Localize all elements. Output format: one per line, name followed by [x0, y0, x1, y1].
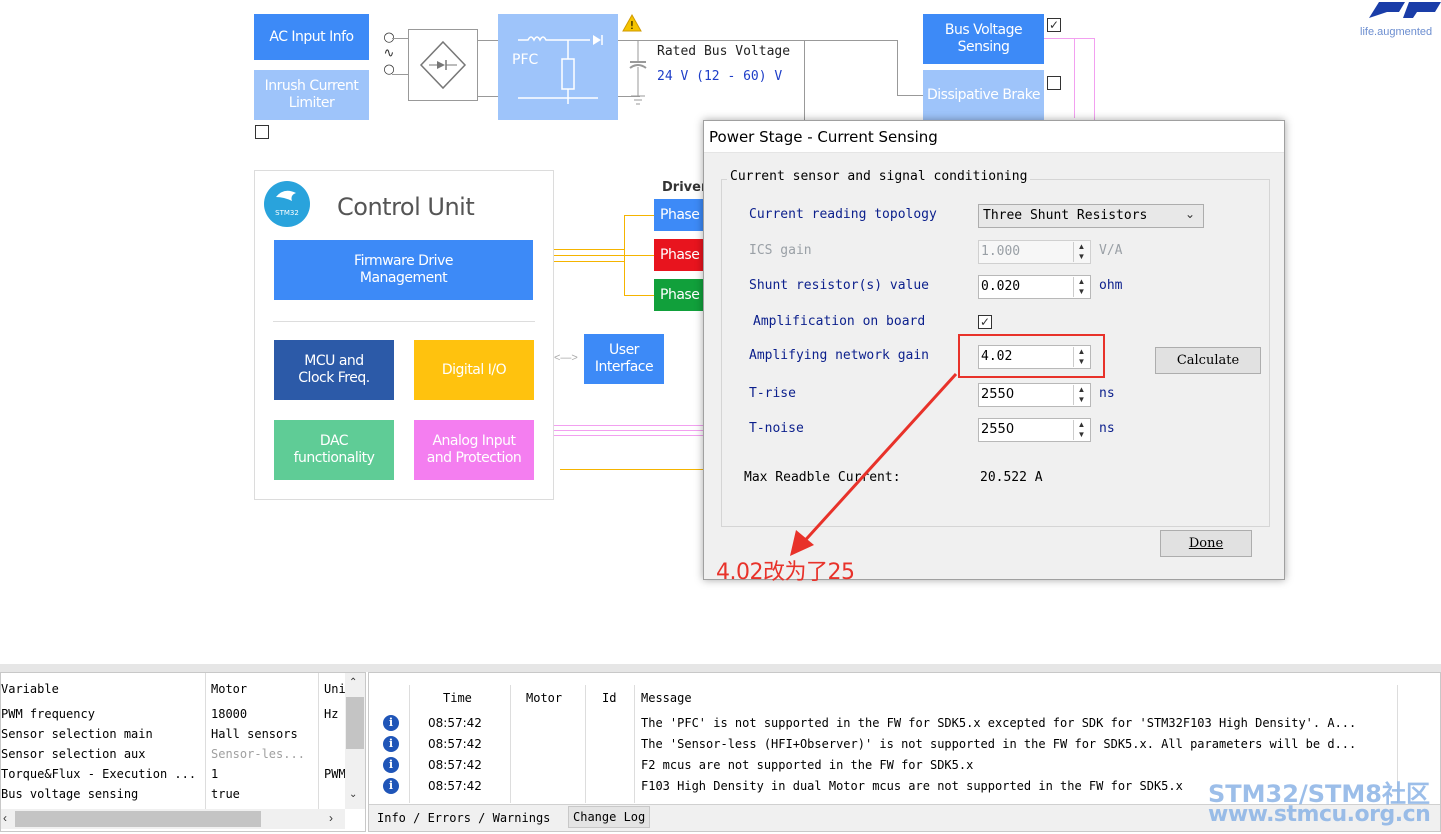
- analog-input-block[interactable]: Analog Input and Protection: [414, 420, 534, 480]
- dissipative-brake-block[interactable]: Dissipative Brake: [923, 70, 1044, 120]
- pfc-block[interactable]: PFC: [498, 14, 618, 120]
- var-row-unit: PWM: [324, 767, 346, 781]
- tab-change-log[interactable]: Change Log: [568, 806, 651, 828]
- var-row-value[interactable]: 1: [211, 767, 218, 781]
- var-header-variable: Variable: [1, 682, 59, 696]
- topology-select[interactable]: Three Shunt Resistors ⌄: [978, 204, 1204, 228]
- amp-on-board-label: Amplification on board: [753, 314, 926, 329]
- log-header-time: Time: [443, 691, 472, 705]
- ac-input-info-block[interactable]: AC Input Info: [254, 14, 369, 60]
- bus-sensing-checkbox[interactable]: ✓: [1047, 18, 1061, 32]
- shunt-unit: ohm: [1099, 278, 1123, 293]
- info-icon: i: [383, 736, 399, 752]
- info-icon: i: [383, 757, 399, 773]
- log-row-time: 08:57:42: [428, 737, 482, 751]
- mcu-block[interactable]: MCU and Clock Freq.: [274, 340, 394, 400]
- st-logo-icon: [1365, 0, 1441, 22]
- tab-info-errors[interactable]: Info / Errors / Warnings: [377, 811, 550, 825]
- trise-unit: ns: [1099, 386, 1115, 401]
- var-row-value[interactable]: Sensor-les...: [211, 747, 305, 761]
- phase-a-block[interactable]: Phase: [654, 199, 704, 231]
- log-row-message[interactable]: F2 mcus are not supported in the FW for …: [641, 758, 973, 772]
- tnoise-input[interactable]: 2550 ▲ ▼: [978, 418, 1091, 442]
- log-row-time: 08:57:42: [428, 779, 482, 793]
- brake-checkbox[interactable]: [1047, 76, 1061, 90]
- var-row-name[interactable]: Bus voltage sensing: [1, 787, 138, 801]
- amp-gain-label: Amplifying network gain: [749, 348, 930, 363]
- vertical-scrollbar[interactable]: ⌃ ⌄: [345, 673, 365, 809]
- dialog-title: Power Stage - Current Sensing: [704, 121, 1284, 153]
- group-title: Current sensor and signal conditioning: [727, 169, 1031, 184]
- log-header-message: Message: [641, 691, 692, 705]
- highlight-box: [958, 334, 1105, 378]
- svg-text:!: !: [630, 19, 634, 32]
- inrush-checkbox[interactable]: [255, 125, 269, 139]
- log-row-message[interactable]: The 'PFC' is not supported in the FW for…: [641, 716, 1356, 730]
- log-row-time: 08:57:42: [428, 716, 482, 730]
- chevron-down-icon: ⌄: [1184, 207, 1195, 221]
- annotation-text: 4.02改为了25: [716, 560, 855, 585]
- var-header-motor: Motor: [211, 682, 248, 696]
- var-row-unit: Hz: [324, 707, 339, 721]
- shunt-label: Shunt resistor(s) value: [749, 278, 930, 293]
- rated-bus-voltage-value[interactable]: 24 V (12 - 60) V: [657, 69, 782, 84]
- inrush-current-limiter-block[interactable]: Inrush Current Limiter: [254, 70, 369, 120]
- firmware-block[interactable]: Firmware Drive Management: [274, 240, 533, 300]
- var-row-name[interactable]: Sensor selection aux: [1, 747, 146, 761]
- max-current-value: 20.522 A: [980, 470, 1043, 485]
- dac-block[interactable]: DAC functionality: [274, 420, 394, 480]
- log-row-message[interactable]: F103 High Density in dual Motor mcus are…: [641, 779, 1183, 793]
- watermark-line2: www.stmcu.org.cn: [1208, 802, 1431, 827]
- svg-text:STM32: STM32: [275, 209, 299, 217]
- warning-icon[interactable]: !: [622, 13, 642, 32]
- var-row-value[interactable]: 18000: [211, 707, 247, 721]
- log-row-time: 08:57:42: [428, 758, 482, 772]
- var-header-unit: Uni: [324, 682, 346, 696]
- rectifier-bridge-icon: [408, 29, 478, 101]
- log-header-motor: Motor: [526, 691, 563, 705]
- ics-gain-unit: V/A: [1099, 243, 1123, 258]
- phase-b-block[interactable]: Phase: [654, 239, 704, 271]
- control-unit-title: Control Unit: [337, 193, 475, 221]
- tnoise-unit: ns: [1099, 421, 1115, 436]
- stm32-logo-icon: STM32: [264, 181, 310, 227]
- log-header-id: Id: [602, 691, 617, 705]
- var-row-value[interactable]: Hall sensors: [211, 727, 298, 741]
- ics-gain-label: ICS gain: [749, 243, 812, 258]
- trise-input[interactable]: 2550 ▲ ▼: [978, 383, 1091, 407]
- horizontal-scrollbar[interactable]: ‹ ›: [1, 809, 345, 829]
- var-row-value[interactable]: true: [211, 787, 240, 801]
- ics-gain-input[interactable]: 1.000 ▲ ▼: [978, 240, 1091, 264]
- bus-voltage-sensing-block[interactable]: Bus Voltage Sensing: [923, 14, 1044, 64]
- done-button[interactable]: Done: [1160, 530, 1252, 557]
- digital-io-block[interactable]: Digital I/O: [414, 340, 534, 400]
- calculate-button[interactable]: Calculate: [1155, 347, 1261, 374]
- info-icon: i: [383, 778, 399, 794]
- variables-panel: Variable Motor Uni PWM frequency 18000 H…: [0, 672, 366, 832]
- phase-c-block[interactable]: Phase: [654, 279, 704, 311]
- rated-bus-voltage-label: Rated Bus Voltage: [657, 44, 791, 59]
- capacitor-icon: [628, 40, 648, 110]
- var-row-name[interactable]: Torque&Flux - Execution ...: [1, 767, 196, 781]
- var-row-name[interactable]: PWM frequency: [1, 707, 95, 721]
- user-interface-block[interactable]: User Interface: [584, 334, 664, 384]
- amp-on-board-checkbox[interactable]: ✓: [978, 315, 992, 329]
- log-row-message[interactable]: The 'Sensor-less (HFI+Observer)' is not …: [641, 737, 1356, 751]
- annotation-arrow: [790, 372, 958, 556]
- brand-tagline: life.augmented: [1360, 26, 1433, 38]
- info-icon: i: [383, 715, 399, 731]
- shunt-input[interactable]: 0.020 ▲ ▼: [978, 275, 1091, 299]
- var-row-name[interactable]: Sensor selection main: [1, 727, 153, 741]
- topology-label: Current reading topology: [749, 207, 937, 222]
- ui-link-arrow-icon: <—>: [554, 352, 578, 364]
